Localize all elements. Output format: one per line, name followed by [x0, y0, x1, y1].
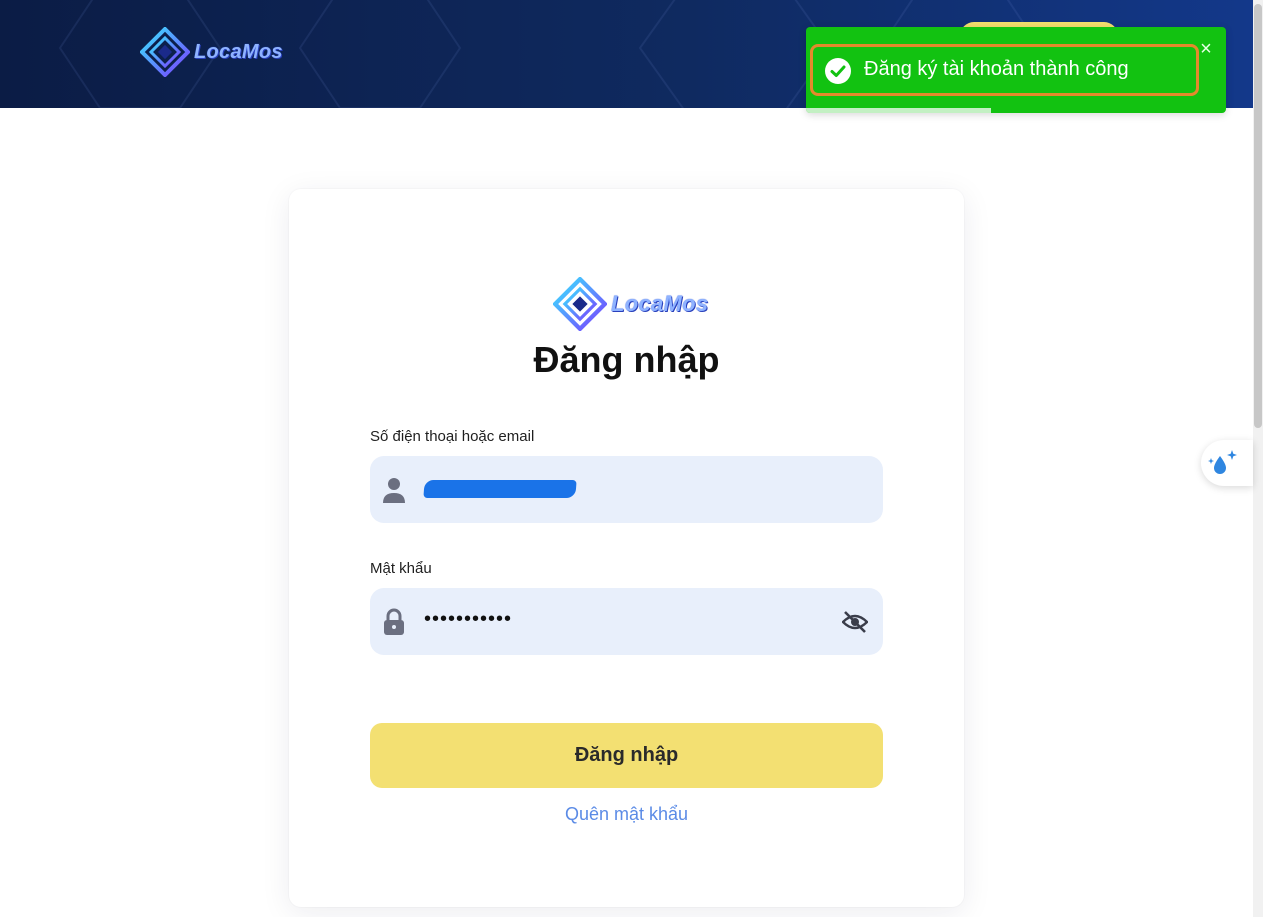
side-widget[interactable]: [1201, 440, 1253, 486]
page-title: Đăng nhập: [533, 339, 720, 380]
phone-email-label: Số điện thoại hoặc email: [370, 428, 535, 445]
locamos-logo-icon: [553, 277, 607, 331]
lock-icon: [384, 608, 404, 635]
toast-progress-bar: [806, 108, 991, 113]
header-logo[interactable]: LocaMos: [140, 27, 283, 77]
locamos-logo-icon: [140, 27, 190, 77]
check-circle-icon: [825, 58, 851, 84]
password-label: Mật khẩu: [370, 560, 432, 577]
eye-off-icon[interactable]: [842, 609, 868, 635]
success-toast: Đăng ký tài khoản thành công ×: [806, 27, 1226, 113]
password-value: •••••••••••: [424, 608, 513, 630]
redacted-value: [423, 480, 577, 498]
card-logo: LocaMos: [553, 277, 708, 331]
login-card: LocaMos Đăng nhập Số điện thoại hoặc ema…: [289, 189, 964, 907]
phone-email-input[interactable]: [370, 456, 883, 523]
forgot-password-link[interactable]: Quên mật khẩu: [289, 804, 964, 825]
toast-message: Đăng ký tài khoản thành công: [864, 58, 1129, 80]
viewport: LocaMos LocaMos Đăng nhập Số điện thoại …: [0, 0, 1263, 917]
password-input[interactable]: •••••••••••: [370, 588, 883, 655]
card-brand-text: LocaMos: [611, 291, 709, 316]
user-icon: [383, 478, 405, 503]
scrollbar-thumb[interactable]: [1254, 4, 1262, 428]
sparkle-drop-icon: [1208, 450, 1237, 474]
header-brand-text: LocaMos: [194, 40, 283, 63]
login-button[interactable]: Đăng nhập: [370, 723, 883, 788]
toast-close-icon[interactable]: ×: [1196, 39, 1216, 59]
